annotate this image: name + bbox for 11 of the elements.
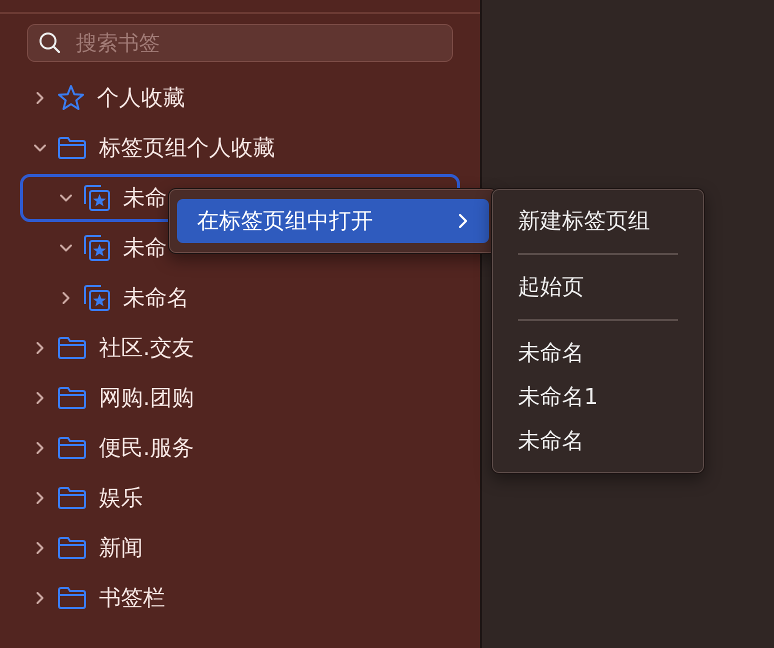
bookmark-label: 标签页组个人收藏 [99, 135, 275, 163]
bookmark-label: 社区.交友 [99, 335, 194, 363]
bookmark-label: 个人收藏 [97, 85, 185, 113]
bookmark-label: 书签栏 [99, 585, 165, 613]
bookmark-label: 娱乐 [99, 485, 143, 513]
bookmark-label: 未命 [123, 235, 167, 263]
bookmark-label: 未命 [123, 185, 167, 213]
bookmark-label: 网购.团购 [99, 385, 194, 413]
bookmark-label: 新闻 [99, 535, 143, 563]
bookmark-label: 便民.服务 [99, 435, 194, 463]
bookmark-label: 未命名 [123, 285, 189, 313]
